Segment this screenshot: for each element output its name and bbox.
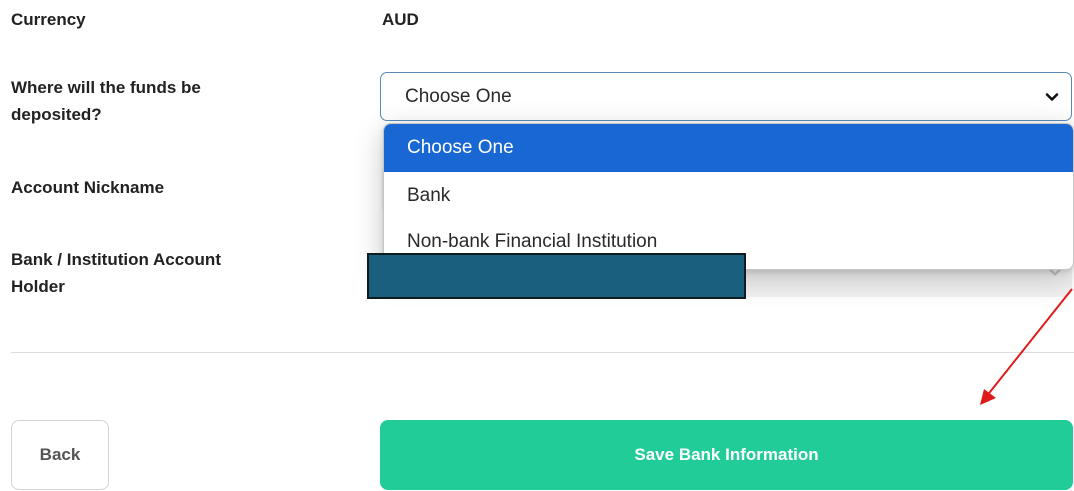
nickname-label: Account Nickname bbox=[11, 178, 165, 197]
deposit-dropdown-list: Choose One Bank Non-bank Financial Insti… bbox=[383, 123, 1074, 270]
holder-label-line1: Bank / Institution Account bbox=[11, 250, 221, 269]
section-divider bbox=[11, 352, 1074, 353]
deposit-label-line2: deposited? bbox=[11, 105, 102, 124]
currency-value: AUD bbox=[382, 10, 419, 29]
deposit-select-value: Choose One bbox=[405, 86, 512, 107]
back-button[interactable]: Back bbox=[11, 420, 109, 490]
annotation-arrow-icon bbox=[980, 288, 1073, 405]
deposit-select[interactable]: Choose One bbox=[380, 72, 1072, 121]
holder-label-line2: Holder bbox=[11, 277, 65, 296]
deposit-label-line1: Where will the funds be bbox=[11, 78, 201, 97]
redaction-box bbox=[367, 253, 746, 299]
chevron-down-icon bbox=[1045, 93, 1059, 101]
holder-label: Bank / Institution Account Holder bbox=[11, 246, 221, 300]
save-bank-information-button[interactable]: Save Bank Information bbox=[380, 420, 1073, 490]
dropdown-option-bank[interactable]: Bank bbox=[384, 172, 1073, 220]
deposit-label: Where will the funds be deposited? bbox=[11, 74, 201, 128]
currency-label: Currency bbox=[11, 10, 86, 29]
dropdown-option-choose-one[interactable]: Choose One bbox=[384, 124, 1073, 172]
